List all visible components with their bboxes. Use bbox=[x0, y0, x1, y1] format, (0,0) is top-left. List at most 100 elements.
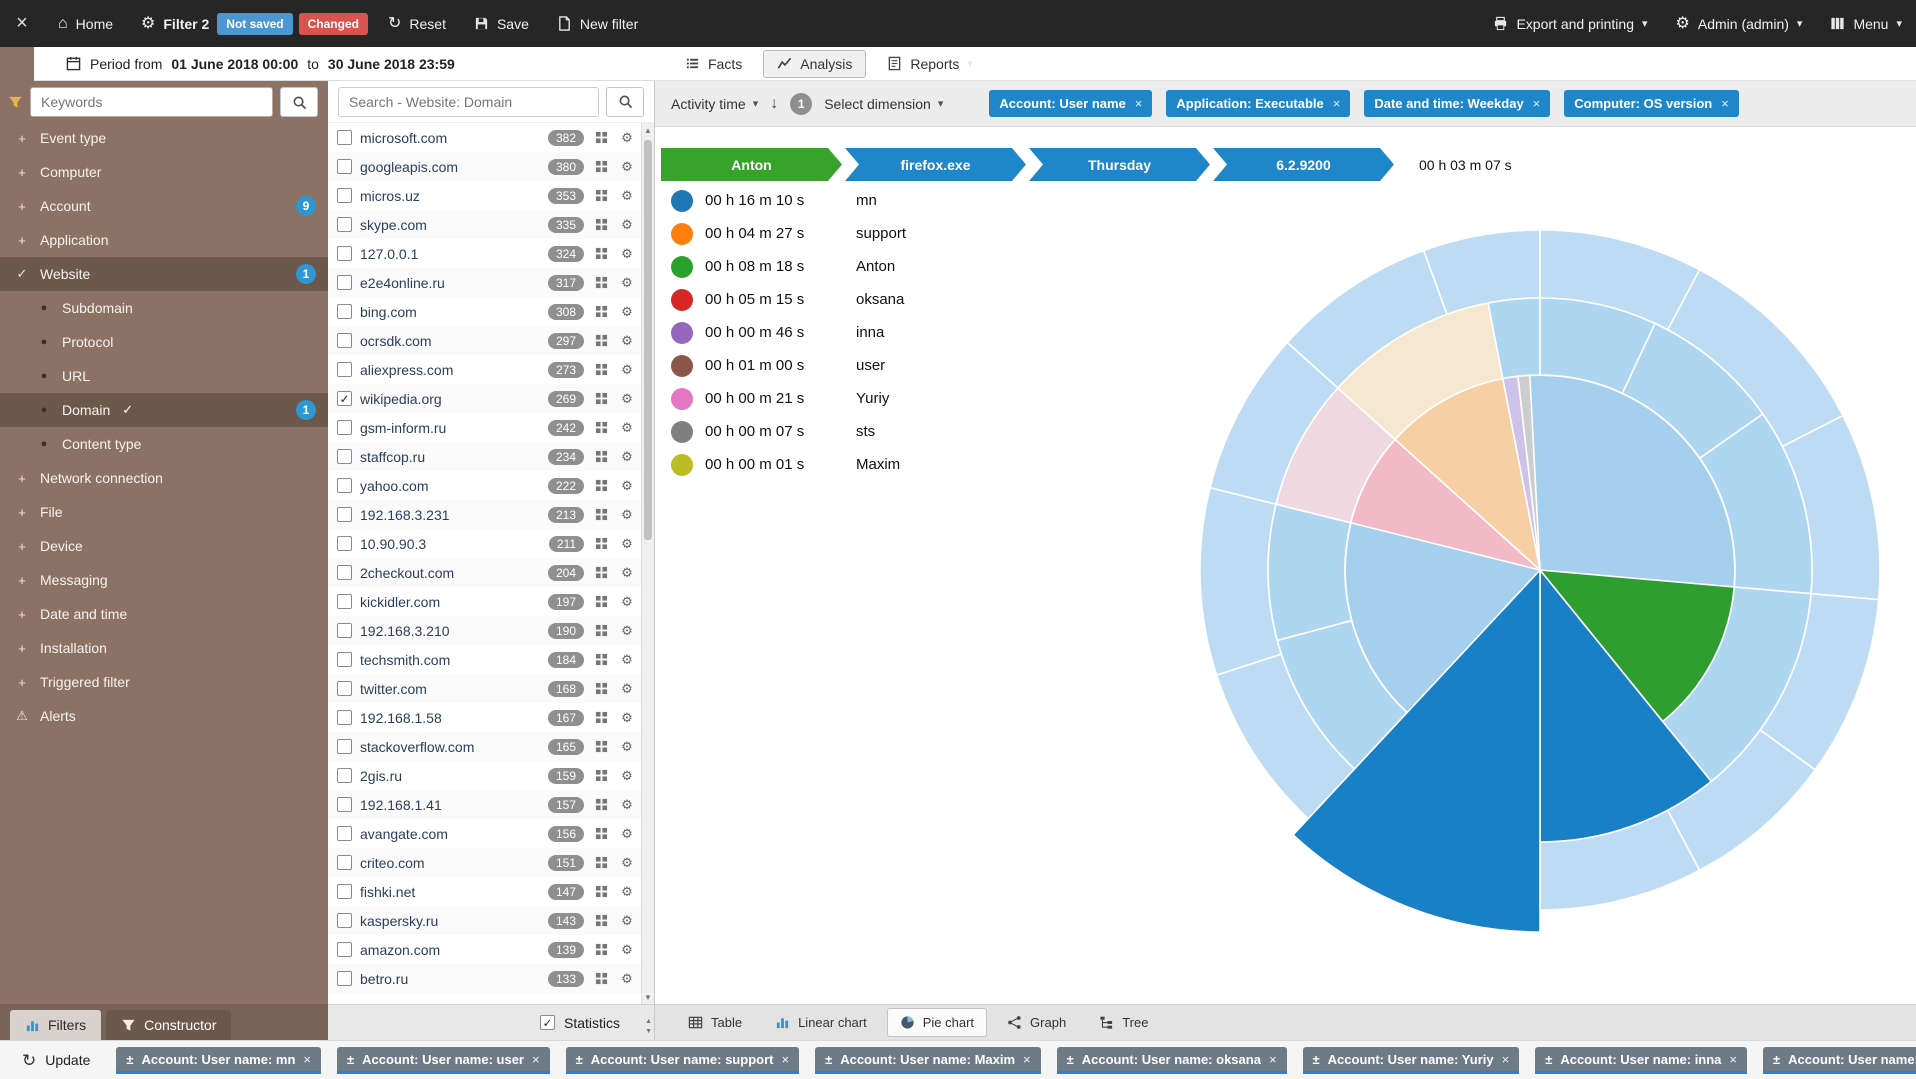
domain-checkbox[interactable] bbox=[337, 797, 352, 812]
domain-row[interactable]: stackoverflow.com165⚙ bbox=[328, 732, 641, 761]
domain-checkbox[interactable] bbox=[337, 275, 352, 290]
chart-segment[interactable] bbox=[1268, 504, 1352, 640]
keywords-search-button[interactable] bbox=[280, 87, 318, 117]
settings-gear-icon[interactable]: ⚙ bbox=[618, 913, 636, 929]
legend-item-maxim[interactable]: 00 h 00 m 01 sMaxim bbox=[671, 448, 906, 481]
domain-checkbox[interactable] bbox=[337, 913, 352, 928]
domain-row[interactable]: yahoo.com222⚙ bbox=[328, 471, 641, 500]
events-grid-icon[interactable] bbox=[592, 276, 610, 289]
new-filter-button[interactable]: New filter bbox=[543, 0, 652, 47]
breadcrumb-segment-anton[interactable]: Anton bbox=[661, 148, 842, 181]
settings-gear-icon[interactable]: ⚙ bbox=[618, 623, 636, 639]
domain-checkbox[interactable] bbox=[337, 188, 352, 203]
account-chip-sts[interactable]: ±Account: User name: sts× bbox=[1763, 1047, 1916, 1074]
domain-row[interactable]: 192.168.1.58167⚙ bbox=[328, 703, 641, 732]
close-button[interactable]: × bbox=[0, 0, 44, 47]
sidebar-tab-constructor[interactable]: Constructor bbox=[106, 1010, 231, 1040]
legend-item-sts[interactable]: 00 h 00 m 07 ssts bbox=[671, 415, 906, 448]
sidebar-item-device[interactable]: +Device bbox=[0, 529, 328, 563]
domain-checkbox[interactable] bbox=[337, 159, 352, 174]
remove-chip-icon[interactable]: × bbox=[1269, 1052, 1277, 1067]
toggle-plus-minus-icon[interactable]: ± bbox=[1545, 1052, 1552, 1067]
account-chip-maxim[interactable]: ±Account: User name: Maxim× bbox=[815, 1047, 1041, 1074]
domain-checkbox[interactable] bbox=[337, 739, 352, 754]
legend-item-anton[interactable]: 00 h 08 m 18 sAnton bbox=[671, 250, 906, 283]
events-grid-icon[interactable] bbox=[592, 914, 610, 927]
settings-gear-icon[interactable]: ⚙ bbox=[618, 942, 636, 958]
account-chip-user[interactable]: ±Account: User name: user× bbox=[337, 1047, 550, 1074]
save-button[interactable]: Save bbox=[460, 0, 543, 47]
domain-row[interactable]: 192.168.1.41157⚙ bbox=[328, 790, 641, 819]
breadcrumb-segment-6-2-9200[interactable]: 6.2.9200 bbox=[1213, 148, 1394, 181]
domain-row[interactable]: microsoft.com382⚙ bbox=[328, 123, 641, 152]
legend-item-mn[interactable]: 00 h 16 m 10 smn bbox=[671, 184, 906, 217]
measure-dropdown[interactable]: Activity time ▾ bbox=[671, 96, 758, 112]
settings-gear-icon[interactable]: ⚙ bbox=[618, 130, 636, 146]
domain-search-button[interactable] bbox=[606, 87, 644, 117]
chart-tab-linear-chart[interactable]: Linear chart bbox=[762, 1008, 880, 1037]
events-grid-icon[interactable] bbox=[592, 537, 610, 550]
settings-gear-icon[interactable]: ⚙ bbox=[618, 739, 636, 755]
statistics-checkbox[interactable]: ✓ bbox=[540, 1015, 555, 1030]
settings-gear-icon[interactable]: ⚙ bbox=[618, 565, 636, 581]
dimension-chip-date-and-time-weekday[interactable]: Date and time: Weekday× bbox=[1364, 90, 1550, 117]
domain-row[interactable]: twitter.com168⚙ bbox=[328, 674, 641, 703]
export-printing-menu[interactable]: Export and printing ▾ bbox=[1479, 0, 1661, 47]
period-bar[interactable]: Period from 01 June 2018 00:00 to 30 Jun… bbox=[34, 47, 655, 81]
domain-checkbox[interactable] bbox=[337, 536, 352, 551]
domain-row[interactable]: 2checkout.com204⚙ bbox=[328, 558, 641, 587]
select-dimension-dropdown[interactable]: Select dimension ▾ bbox=[824, 96, 943, 112]
domain-row[interactable]: staffcop.ru234⚙ bbox=[328, 442, 641, 471]
domain-checkbox[interactable] bbox=[337, 768, 352, 783]
toggle-plus-minus-icon[interactable]: ± bbox=[1313, 1052, 1320, 1067]
scroll-down-icon[interactable]: ▼ bbox=[642, 990, 654, 1004]
settings-gear-icon[interactable]: ⚙ bbox=[618, 449, 636, 465]
sidebar-item-date-and-time[interactable]: +Date and time bbox=[0, 597, 328, 631]
events-grid-icon[interactable] bbox=[592, 479, 610, 492]
domain-checkbox[interactable] bbox=[337, 478, 352, 493]
sidebar-item-domain[interactable]: ●Domain✓1 bbox=[0, 393, 328, 427]
settings-gear-icon[interactable]: ⚙ bbox=[618, 333, 636, 349]
events-grid-icon[interactable] bbox=[592, 769, 610, 782]
scroll-up-icon[interactable]: ▲ bbox=[642, 123, 654, 137]
events-grid-icon[interactable] bbox=[592, 218, 610, 231]
tab-reports[interactable]: Reports▾ bbox=[873, 50, 987, 78]
breadcrumb-segment-firefox-exe[interactable]: firefox.exe bbox=[845, 148, 1026, 181]
admin-menu[interactable]: ⚙ Admin (admin) ▾ bbox=[1662, 0, 1817, 47]
domain-row[interactable]: kaspersky.ru143⚙ bbox=[328, 906, 641, 935]
domain-checkbox[interactable] bbox=[337, 217, 352, 232]
domain-checkbox[interactable] bbox=[337, 594, 352, 609]
settings-gear-icon[interactable]: ⚙ bbox=[618, 652, 636, 668]
domain-checkbox[interactable] bbox=[337, 681, 352, 696]
events-grid-icon[interactable] bbox=[592, 885, 610, 898]
domain-checkbox[interactable] bbox=[337, 362, 352, 377]
domain-row[interactable]: aliexpress.com273⚙ bbox=[328, 355, 641, 384]
tab-facts[interactable]: Facts bbox=[671, 50, 756, 78]
domain-row[interactable]: ocrsdk.com297⚙ bbox=[328, 326, 641, 355]
domain-row[interactable]: techsmith.com184⚙ bbox=[328, 645, 641, 674]
sunburst-chart[interactable] bbox=[1170, 200, 1910, 940]
domain-checkbox[interactable] bbox=[337, 884, 352, 899]
events-grid-icon[interactable] bbox=[592, 711, 610, 724]
domain-row[interactable]: amazon.com139⚙ bbox=[328, 935, 641, 964]
chart-tab-graph[interactable]: Graph bbox=[994, 1008, 1079, 1037]
mini-scroll-arrows[interactable]: ▲▼ bbox=[645, 1017, 652, 1037]
sidebar-tab-filters[interactable]: Filters bbox=[10, 1010, 101, 1040]
domain-row[interactable]: micros.uz353⚙ bbox=[328, 181, 641, 210]
sidebar-item-alerts[interactable]: ⚠Alerts bbox=[0, 699, 328, 733]
settings-gear-icon[interactable]: ⚙ bbox=[618, 188, 636, 204]
sidebar-item-account[interactable]: +Account9 bbox=[0, 189, 328, 223]
domain-checkbox[interactable] bbox=[337, 246, 352, 261]
domain-checkbox[interactable] bbox=[337, 652, 352, 667]
settings-gear-icon[interactable]: ⚙ bbox=[618, 391, 636, 407]
domain-row[interactable]: bing.com308⚙ bbox=[328, 297, 641, 326]
sidebar-item-website[interactable]: ✓Website1 bbox=[0, 257, 328, 291]
filter-button[interactable]: ⚙ Filter 2 bbox=[127, 0, 217, 47]
domain-checkbox[interactable] bbox=[337, 565, 352, 580]
scrollbar-thumb[interactable] bbox=[644, 140, 652, 540]
home-button[interactable]: ⌂ Home bbox=[44, 0, 127, 47]
settings-gear-icon[interactable]: ⚙ bbox=[618, 246, 636, 262]
remove-chip-icon[interactable]: × bbox=[781, 1052, 789, 1067]
settings-gear-icon[interactable]: ⚙ bbox=[618, 478, 636, 494]
events-grid-icon[interactable] bbox=[592, 798, 610, 811]
